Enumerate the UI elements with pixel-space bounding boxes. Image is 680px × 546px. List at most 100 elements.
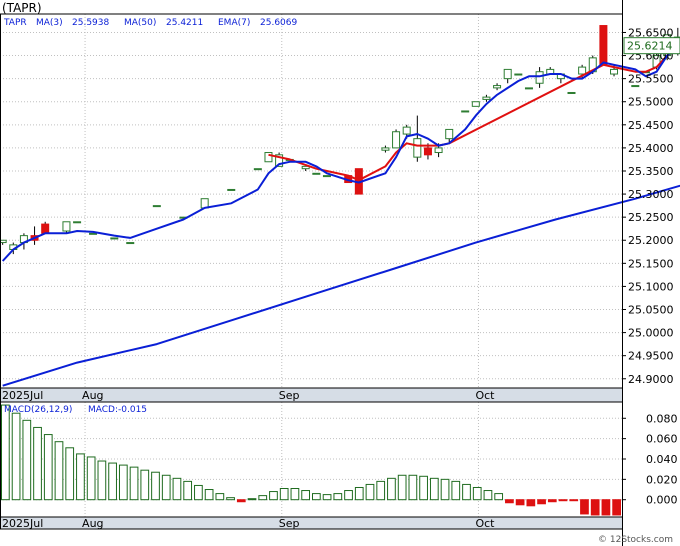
macd-bar-positive [301, 490, 310, 501]
macd-bar-positive [33, 426, 42, 501]
macd-bar-positive [290, 488, 300, 501]
candle-down [599, 25, 608, 66]
legend-item-label: EMA(7) [218, 18, 250, 28]
candle-up [227, 188, 236, 191]
price-tick-label: 25.0500 [628, 304, 674, 317]
macd-bar-negative [537, 499, 546, 505]
macd-bar-negative [547, 499, 557, 503]
macd-bar-negative [580, 499, 589, 515]
month-label: Aug [82, 389, 103, 402]
macd-tick-label: 0.060 [646, 433, 678, 446]
stock-chart: 25.650025.600025.550025.500025.450025.40… [0, 0, 680, 546]
macd-bar-positive [161, 474, 171, 501]
month-label: Sep [279, 389, 300, 402]
macd-bar-negative [569, 499, 579, 502]
candle-up [471, 101, 480, 107]
candle-up [73, 221, 82, 224]
macd-tick-label: 0.080 [646, 412, 678, 425]
candle-up [126, 242, 135, 245]
macd-bar-positive [494, 493, 504, 501]
macd-bar-positive [247, 498, 257, 501]
macd-bar-positive [43, 434, 53, 501]
legend-item-label: MA(3) [36, 18, 63, 28]
candle-up [413, 138, 422, 158]
legend-ticker: TAPR [3, 18, 27, 28]
macd-bar-positive [483, 490, 493, 501]
macd-bar-negative [601, 499, 611, 516]
macd-bar-positive [451, 480, 461, 501]
macd-bar-positive [204, 489, 214, 501]
macd-legend-value: MACD:-0.015 [88, 405, 147, 415]
macd-bar-negative [558, 499, 568, 502]
candle-up [631, 85, 640, 88]
candle-up [152, 205, 161, 208]
month-label-bottom: Aug [82, 517, 103, 530]
macd-legend-label: MACD(26,12,9) [4, 405, 72, 415]
candle-up [392, 131, 401, 149]
candle-up [402, 126, 411, 135]
macd-bar-positive [172, 477, 182, 501]
candle-up [578, 66, 587, 75]
price-tick-label: 24.9500 [628, 350, 674, 363]
chart-title: (TAPR) [2, 1, 42, 15]
month-label: 2025Jul [2, 389, 43, 402]
price-tick-label: 25.1500 [628, 257, 674, 270]
candle-up [610, 68, 619, 75]
macd-bar-positive [118, 464, 128, 501]
macd-bar-positive [215, 493, 225, 501]
candle-down [423, 147, 432, 156]
candle-up [322, 175, 331, 178]
macd-bar-positive [344, 490, 353, 501]
candle-up [89, 232, 98, 235]
macd-bar-positive [129, 466, 139, 501]
candle-up [381, 147, 390, 151]
macd-bar-negative [515, 499, 525, 506]
macd-bar-positive [11, 412, 21, 501]
macd-bar-positive [419, 475, 428, 501]
macd-bar-positive [226, 497, 235, 501]
month-label-bottom: Oct [475, 517, 495, 530]
macd-bar-positive [440, 478, 450, 501]
macd-bar-positive [397, 474, 407, 501]
macd-bar-positive [151, 471, 160, 501]
macd-tick-label: 0.000 [646, 494, 678, 507]
macd-bar-positive [194, 484, 203, 501]
legend-item-value: 25.5938 [72, 18, 109, 28]
candle-up [493, 85, 502, 89]
macd-bar-positive [408, 474, 418, 501]
price-tick-label: 25.3000 [628, 188, 674, 201]
candle-up [514, 73, 523, 76]
price-tick-label: 25.1000 [628, 280, 674, 293]
macd-bar-positive [86, 456, 96, 501]
candle-up [445, 128, 454, 140]
macd-bar-positive [269, 491, 278, 501]
candle-up [110, 237, 119, 240]
macd-bar-positive [1, 404, 10, 501]
macd-bar-positive [258, 495, 268, 501]
macd-tick-label: 0.020 [646, 473, 678, 486]
candle-up [434, 147, 443, 154]
macd-bar-positive [97, 460, 107, 501]
price-tick-label: 25.4500 [628, 119, 674, 132]
macd-bar-positive [65, 447, 75, 501]
candle-up [312, 172, 321, 175]
macd-tick-label: 0.040 [646, 453, 678, 466]
candle-up [264, 152, 273, 163]
macd-bar-positive [108, 462, 117, 501]
legend-item-value: 25.4211 [166, 18, 203, 28]
macd-bar-positive [76, 453, 85, 501]
price-tick-label: 25.5000 [628, 96, 674, 109]
candle-up [482, 96, 491, 100]
macd-bar-negative [236, 499, 246, 503]
macd-bar-positive [54, 441, 64, 501]
price-tick-label: 24.9000 [628, 373, 674, 386]
price-tick-label: 25.2500 [628, 211, 674, 224]
macd-bar-positive [22, 419, 32, 501]
macd-bar-positive [376, 480, 386, 501]
candle-down [41, 223, 50, 234]
watermark: © 12Stocks.com [598, 535, 673, 545]
legend-item-value: 25.6069 [260, 18, 297, 28]
macd-bar-positive [140, 469, 150, 501]
macd-bar-positive [333, 493, 343, 501]
macd-bar-positive [462, 483, 471, 501]
